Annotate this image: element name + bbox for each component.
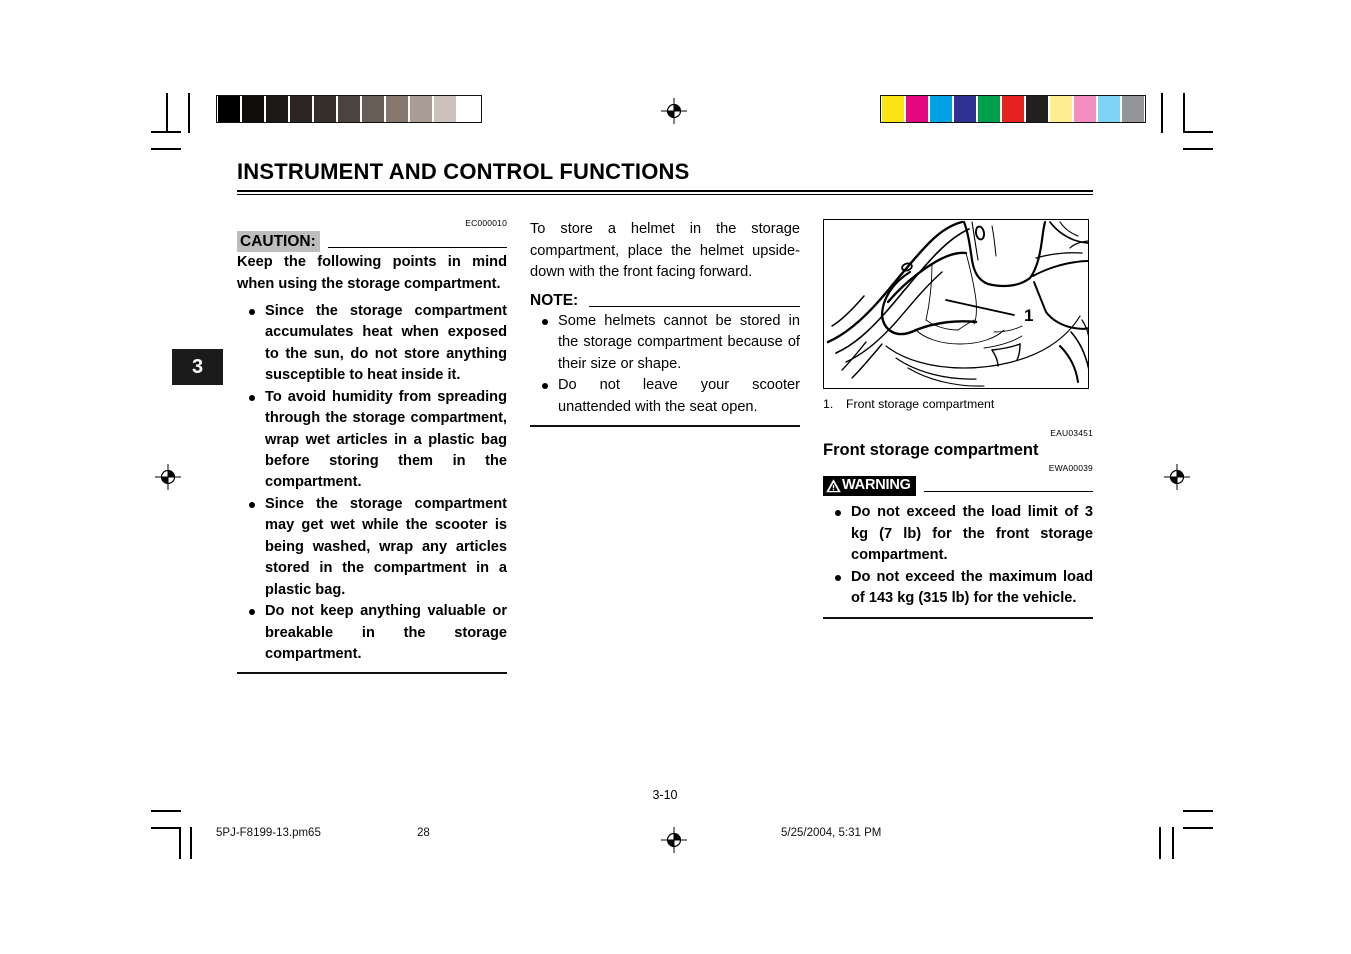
list-item: Some helmets cannot be stored in the sto… [530,311,800,375]
color-patch-6 [1026,96,1048,122]
section-doc-code: EAU03451 [1050,428,1093,439]
list-item: Do not keep anything valuable or breakab… [237,601,507,665]
figure-caption: 1. Front storage compartment [823,397,1093,411]
crop-mark-bottom-right-vertical-inner [1159,827,1161,859]
warning-header-rule [923,491,1093,493]
column-right: 1 1. Front storage compartment EAU03451 … [823,219,1093,674]
color-patch-5 [1002,96,1024,122]
title-rule-secondary [237,194,1093,196]
warning-doc-code: EWA00039 [1048,463,1093,474]
chapter-tab-number: 3 [191,355,204,378]
color-patch-2 [930,96,952,122]
grayscale-patch-1 [242,96,264,122]
grayscale-patch-3 [290,96,312,122]
figure-callout-number: 1 [1024,306,1033,325]
page-content: INSTRUMENT AND CONTROL FUNCTIONS EC00001… [237,159,1093,802]
section-heading: Front storage compartment [823,440,1039,459]
print-file-name: 5PJ-F8199-13.pm65 [216,827,321,839]
grayscale-patch-2 [266,96,288,122]
crop-mark-bottom-left-vertical-inner [190,827,192,859]
crop-mark-top-left-horizontal-lower [151,148,181,150]
caution-bullet-list: Since the storage compartment accumulate… [237,301,507,665]
page-number: 3-10 [652,788,678,802]
note-end-rule [530,425,800,428]
column-middle: To store a helmet in the storage compart… [530,219,800,674]
note-label: NOTE: [530,291,579,309]
color-patch-7 [1050,96,1072,122]
crop-mark-top-left-vertical-inner [188,93,190,133]
registration-target-right [1164,464,1190,490]
list-item: Do not leave your scooter unattended wit… [530,375,800,418]
caution-label: CAUTION: [237,230,320,253]
crop-mark-top-right-horizontal-outer [1183,131,1213,133]
warning-label-text: WARNING [842,476,911,493]
crop-mark-bottom-right-vertical-outer [1172,827,1174,859]
crop-mark-top-left-horizontal-outer [151,131,181,133]
grayscale-patch-9 [434,96,456,122]
grayscale-patch-0 [218,96,240,122]
chapter-tab-marker: 3 [172,349,223,385]
note-header-rule [589,305,800,307]
warning-bullet-list: Do not exceed the load limit of 3 kg (7 … [823,502,1093,609]
color-patch-10 [1122,96,1144,122]
color-patch-4 [978,96,1000,122]
front-storage-compartment-illustration: 1 [823,219,1089,390]
crop-mark-top-left-vertical-outer [166,93,168,133]
crop-mark-bottom-left-horizontal-upper [151,810,181,812]
warning-header-row: WARNING [823,475,1093,497]
grayscale-calibration-bar [216,95,482,123]
print-sheet-number: 28 [417,827,430,839]
column-left: EC000010 CAUTION: Keep the following poi… [237,218,507,675]
list-item: Since the storage compartment accumulate… [237,301,507,387]
caution-header-rule [327,247,507,249]
color-patch-8 [1074,96,1096,122]
grayscale-patch-4 [314,96,336,122]
print-timestamp: 5/25/2004, 5:31 PM [781,827,882,839]
caution-lead-paragraph: Keep the following points in mind when u… [237,254,507,292]
crop-mark-bottom-left-horizontal-outer [151,827,181,829]
list-item: Do not exceed the maximum load of 143 kg… [823,567,1093,610]
color-patch-9 [1098,96,1120,122]
warning-label: WARNING [823,475,916,497]
color-calibration-bar [880,95,1146,123]
registration-target-left [155,464,181,490]
list-item: Do not exceed the load limit of 3 kg (7 … [823,502,1093,566]
scooter-storage-line-drawing: 1 [826,220,1088,387]
grayscale-patch-7 [386,96,408,122]
caution-doc-code: EC000010 [465,218,507,229]
three-column-body: EC000010 CAUTION: Keep the following poi… [237,218,1093,675]
crop-mark-bottom-left-vertical-outer [179,827,181,859]
list-item: Since the storage compartment may get we… [237,494,507,601]
note-header-row: NOTE: [530,290,800,311]
caution-header-row: CAUTION: [237,230,507,253]
list-item: To avoid humidity from spreading through… [237,387,507,494]
grayscale-patch-6 [362,96,384,122]
color-patch-1 [906,96,928,122]
registration-target-top [661,98,687,124]
crop-mark-bottom-right-horizontal-upper [1183,810,1213,812]
figure-caption-number: 1. [823,397,834,412]
grayscale-patch-5 [338,96,360,122]
page-title: INSTRUMENT AND CONTROL FUNCTIONS [237,159,690,184]
color-patch-0 [882,96,904,122]
warning-end-rule [823,616,1093,619]
grayscale-patch-10 [458,96,480,122]
crop-mark-top-right-vertical-inner [1161,93,1163,133]
crop-mark-top-right-vertical-outer [1183,93,1185,133]
warning-triangle-icon [826,479,841,493]
crop-mark-bottom-right-horizontal-outer [1183,827,1213,829]
helmet-storage-paragraph: To store a helmet in the storage compart… [530,221,800,281]
registration-target-bottom [661,827,687,853]
caution-end-rule [237,672,507,675]
grayscale-patch-8 [410,96,432,122]
color-patch-3 [954,96,976,122]
crop-mark-top-right-horizontal-lower [1183,148,1213,150]
figure-caption-text: Front storage compartment [846,397,995,412]
note-bullet-list: Some helmets cannot be stored in the sto… [530,311,800,418]
